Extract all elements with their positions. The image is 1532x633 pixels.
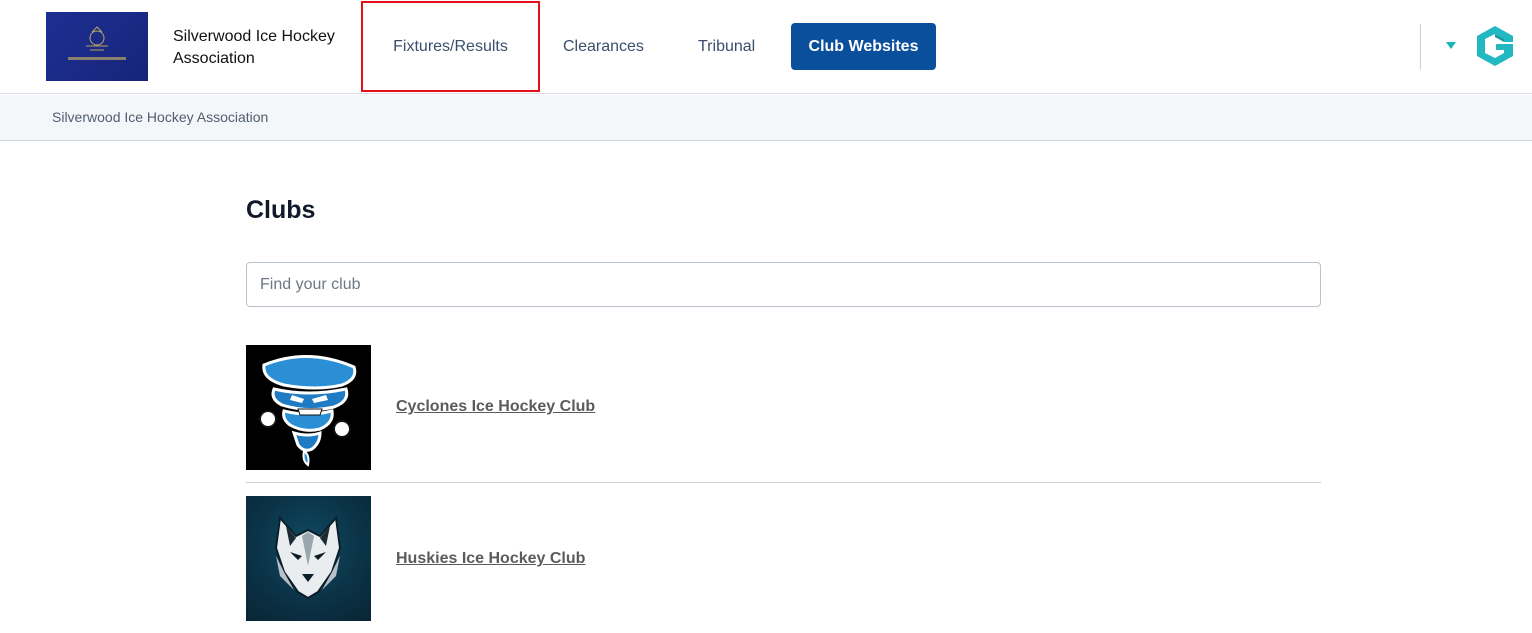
nav-tribunal[interactable]: Tribunal bbox=[698, 23, 755, 70]
association-logo[interactable] bbox=[46, 12, 148, 81]
page-title: Clubs bbox=[246, 196, 316, 224]
nav-club-websites-button[interactable]: Club Websites bbox=[791, 23, 936, 70]
club-link[interactable]: Huskies Ice Hockey Club bbox=[396, 550, 585, 568]
org-name[interactable]: Silverwood Ice Hockey Association bbox=[173, 26, 343, 70]
caret-down-icon[interactable] bbox=[1446, 42, 1456, 49]
club-list-item: Huskies Ice Hockey Club bbox=[246, 496, 1321, 621]
breadcrumb: Silverwood Ice Hockey Association bbox=[0, 95, 1532, 141]
gameday-brand-icon[interactable] bbox=[1474, 24, 1516, 68]
club-search-input[interactable] bbox=[246, 262, 1321, 307]
huskies-logo[interactable] bbox=[246, 496, 371, 621]
header-divider bbox=[1420, 24, 1421, 70]
nav-clearances[interactable]: Clearances bbox=[563, 23, 644, 70]
tornado-mascot-icon bbox=[259, 355, 357, 467]
cyclones-logo[interactable] bbox=[246, 345, 371, 470]
association-crest-icon bbox=[68, 26, 126, 60]
nav-fixtures-results[interactable]: Fixtures/Results bbox=[361, 1, 540, 92]
club-list-item: Cyclones Ice Hockey Club bbox=[246, 345, 1321, 483]
site-header: Silverwood Ice Hockey Association Fixtur… bbox=[0, 0, 1532, 94]
wolf-mascot-icon bbox=[274, 515, 342, 600]
club-link[interactable]: Cyclones Ice Hockey Club bbox=[396, 398, 595, 416]
breadcrumb-item[interactable]: Silverwood Ice Hockey Association bbox=[52, 109, 268, 125]
